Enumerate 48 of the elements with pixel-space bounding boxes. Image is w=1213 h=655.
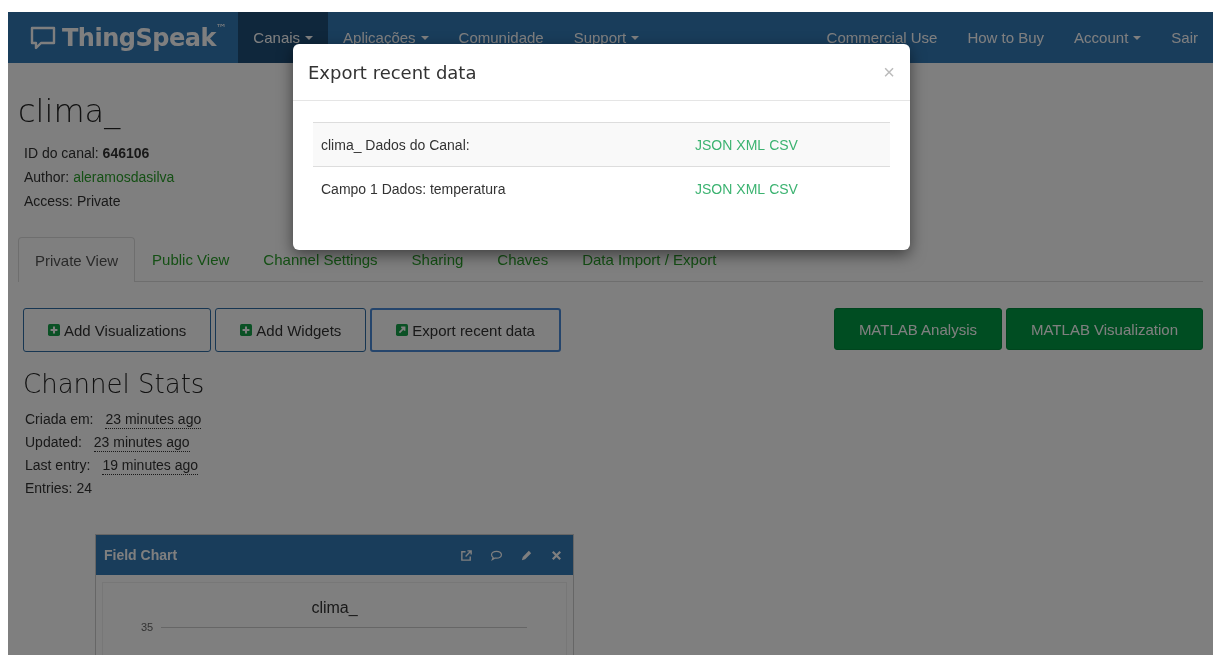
stat-value: 23 minutes ago: [105, 410, 202, 429]
matlab-button[interactable]: MATLAB Analysis: [833, 308, 1002, 350]
download-link[interactable]: XML: [736, 180, 766, 197]
nav-menu-item[interactable]: Aplicações: [328, 12, 444, 63]
plus-square-icon: [48, 324, 60, 336]
speech-bubble-icon: [30, 24, 56, 51]
action-button[interactable]: Add Widgets: [215, 308, 367, 352]
close-button[interactable]: ×: [883, 62, 895, 82]
chart-title: clima_: [310, 599, 359, 617]
stat-label: Entries:: [25, 479, 73, 498]
author-link[interactable]: aleramosdasilva: [73, 165, 175, 189]
table-cell-text: clima_ Dados do Canal:: [321, 136, 471, 153]
tab[interactable]: Private View: [18, 237, 136, 282]
nav-menu-item[interactable]: Support: [558, 12, 655, 63]
stat-label: Criada em:: [25, 410, 94, 429]
axis-tick-label: 35: [141, 621, 154, 633]
nav-menu-item[interactable]: How to Buy: [952, 12, 1060, 63]
stat-value: 19 minutes ago: [102, 456, 199, 475]
nav-menu-item[interactable]: Account: [1059, 12, 1157, 63]
stat-label: Updated:: [25, 433, 82, 452]
channel-title: clima_: [18, 91, 122, 131]
download-link[interactable]: CSV: [769, 136, 798, 153]
action-button[interactable]: Add Visualizations: [23, 308, 212, 352]
nav-menu-item[interactable]: Sair: [1156, 12, 1213, 63]
matlab-button[interactable]: MATLAB Visualization: [1006, 308, 1203, 350]
external-link-icon[interactable]: [460, 548, 473, 562]
stat-value: 23 minutes ago: [93, 433, 190, 452]
stat-value: 24: [76, 479, 93, 498]
action-button[interactable]: Export recent data: [370, 308, 561, 352]
download-link[interactable]: XML: [736, 136, 766, 153]
download-link[interactable]: JSON: [695, 136, 733, 153]
thingspeak-logo[interactable]: ThingSpeak$^{™}$: [8, 12, 239, 63]
table-cell-text: Campo 1 Dados: temperatura: [321, 180, 507, 197]
access-text: Access: Private: [24, 192, 121, 211]
dialog-title: Export recent data: [308, 61, 477, 85]
stat-label: Last entry:: [25, 456, 91, 475]
pencil-icon[interactable]: [520, 548, 533, 562]
external-link-icon: [396, 324, 409, 336]
panel-title: Field Chart: [104, 547, 178, 563]
download-link[interactable]: CSV: [769, 180, 798, 197]
channel-id: ID do canal: 646106: [24, 144, 150, 163]
close-icon[interactable]: [550, 548, 563, 562]
tab[interactable]: Public View: [135, 237, 247, 281]
comment-icon[interactable]: [490, 548, 503, 562]
download-link[interactable]: JSON: [695, 180, 733, 197]
author-label: Author:: [24, 168, 70, 187]
plus-square-icon: [240, 324, 253, 336]
section-heading: Channel Stats: [23, 368, 206, 400]
